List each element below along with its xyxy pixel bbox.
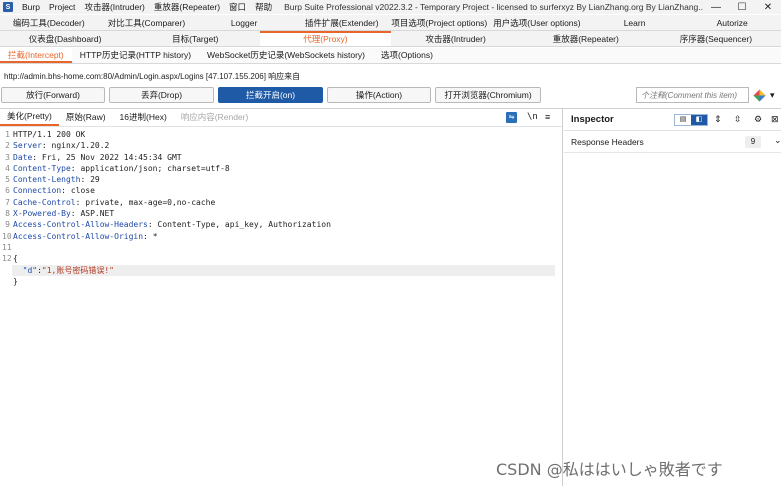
tab-sequencer[interactable]: 序序器(Sequencer) — [651, 31, 781, 46]
tab-intruder[interactable]: 攻击器(Intruder) — [391, 31, 521, 46]
list-layout-icon[interactable]: ▤ — [675, 115, 691, 125]
pretty-print-toggle-icon[interactable]: ⇋ — [506, 112, 517, 123]
subtab-options[interactable]: 选项(Options) — [373, 48, 441, 63]
comment-input[interactable] — [636, 87, 749, 103]
code-line: 3 Date: Fri, 25 Nov 2022 14:45:34 GMT — [5, 152, 182, 162]
chevron-down-icon[interactable]: ▾ — [770, 87, 775, 103]
code-line: 12{ — [2, 254, 18, 264]
tab-comparer[interactable]: 对比工具(Comparer) — [98, 15, 196, 30]
editor-tab-pretty[interactable]: 美化(Pretty) — [0, 109, 59, 126]
menu-window[interactable]: 窗口 — [229, 1, 246, 13]
newline-toggle-icon[interactable]: \n — [527, 112, 538, 122]
inspector-panel: Inspector ▤ ◧ ⇕ ⇳ ⚙ ⊠ Response Headers 9… — [564, 109, 781, 486]
code-line: 11 — [2, 242, 12, 252]
panel-layout-icon[interactable]: ◧ — [691, 115, 707, 125]
subtab-websockets-history[interactable]: WebSocket历史记录(WebSockets history) — [199, 48, 373, 63]
inspector-header: Inspector ▤ ◧ ⇕ ⇳ ⚙ ⊠ — [564, 109, 781, 131]
code-line: 10 Access-Control-Allow-Origin: * — [2, 231, 158, 241]
inspector-title: Inspector — [571, 114, 614, 125]
window-title: Burp Suite Professional v2022.3.2 - Temp… — [284, 2, 703, 12]
collapse-all-icon[interactable]: ⇳ — [734, 114, 742, 125]
tab-user-options[interactable]: 用户选项(User options) — [488, 15, 586, 30]
subtab-intercept[interactable]: 拦截(Intercept) — [0, 48, 72, 63]
main-tabs-row-1: 编码工具(Decoder) 对比工具(Comparer) Logger 插件扩展… — [0, 15, 781, 31]
tab-project-options[interactable]: 项目选项(Project options) — [391, 15, 489, 30]
tab-target[interactable]: 目标(Target) — [130, 31, 260, 46]
tab-dashboard[interactable]: 仪表盘(Dashboard) — [0, 31, 130, 46]
drop-button[interactable]: 丢弃(Drop) — [109, 87, 214, 103]
action-button[interactable]: 操作(Action) — [327, 87, 431, 103]
open-browser-button[interactable]: 打开浏览器(Chromium) — [435, 87, 541, 103]
minimize-button[interactable]: — — [703, 2, 729, 13]
response-editor: 美化(Pretty) 原始(Raw) 16进制(Hex) 响应内容(Render… — [0, 109, 563, 486]
gear-icon[interactable]: ⚙ — [754, 114, 762, 125]
menu-help[interactable]: 帮助 — [255, 1, 272, 13]
menu-repeater[interactable]: 重放器(Repeater) — [154, 1, 220, 13]
chevron-down-icon[interactable]: ⌄ — [774, 135, 781, 146]
main-tabs-row-2: 仪表盘(Dashboard) 目标(Target) 代理(Proxy) 攻击器(… — [0, 31, 781, 47]
tab-autorize[interactable]: Autorize — [683, 15, 781, 30]
editor-tab-hex[interactable]: 16进制(Hex) — [113, 109, 174, 126]
layout-toggle[interactable]: ▤ ◧ — [674, 114, 708, 126]
close-panel-icon[interactable]: ⊠ — [771, 114, 779, 125]
close-button[interactable]: ✕ — [755, 2, 781, 13]
proxy-subtabs: 拦截(Intercept) HTTP历史记录(HTTP history) Web… — [0, 48, 781, 64]
code-line: 2 Server: nginx/1.20.2 — [5, 141, 110, 151]
request-info: http://admin.bhs-home.com:80/Admin/Login… — [4, 72, 301, 81]
maximize-button[interactable]: ☐ — [729, 2, 755, 13]
section-label: Response Headers — [571, 136, 644, 147]
editor-tabs: 美化(Pretty) 原始(Raw) 16进制(Hex) 响应内容(Render… — [0, 109, 562, 127]
highlight-color-icon[interactable] — [753, 89, 766, 102]
count-badge: 9 — [745, 136, 761, 148]
menu-project[interactable]: Project — [49, 2, 75, 12]
menu-intruder[interactable]: 攻击器(Intruder) — [84, 1, 144, 13]
intercept-toolbar: 放行(Forward) 丢弃(Drop) 拦截开启(on) 操作(Action)… — [0, 87, 781, 105]
code-line: 4 Content-Type: application/json; charset… — [5, 163, 230, 173]
tab-decoder[interactable]: 编码工具(Decoder) — [0, 15, 98, 30]
tab-repeater[interactable]: 重放器(Repeater) — [521, 31, 651, 46]
code-line: 5 Content-Length: 29 — [5, 175, 100, 185]
watermark-text: CSDN @私ははいしゃ敗者です — [496, 460, 723, 479]
tab-proxy[interactable]: 代理(Proxy) — [260, 31, 391, 46]
code-line: 9 Access-Control-Allow-Headers: Content-T… — [5, 220, 331, 230]
editor-menu-icon[interactable]: ≡ — [545, 112, 550, 122]
forward-button[interactable]: 放行(Forward) — [1, 87, 105, 103]
expand-all-icon[interactable]: ⇕ — [714, 114, 722, 125]
code-line: 8 X-Powered-By: ASP.NET — [5, 209, 115, 219]
editor-tab-render[interactable]: 响应内容(Render) — [174, 109, 256, 126]
intercept-toggle-button[interactable]: 拦截开启(on) — [218, 87, 323, 103]
burp-logo-icon: S — [3, 2, 13, 12]
code-line-highlighted: "d":"1,账号密码错误!" — [12, 264, 555, 276]
response-body[interactable]: 1 HTTP/1.1 200 OK 2 Server: nginx/1.20.2 3… — [0, 127, 562, 287]
tab-learn[interactable]: Learn — [586, 15, 684, 30]
title-bar: S Burp Project 攻击器(Intruder) 重放器(Repeate… — [0, 0, 781, 14]
menu-burp[interactable]: Burp — [22, 2, 40, 12]
code-line: } — [13, 276, 18, 286]
editor-tab-raw[interactable]: 原始(Raw) — [59, 109, 113, 126]
subtab-http-history[interactable]: HTTP历史记录(HTTP history) — [72, 48, 199, 63]
tab-extender[interactable]: 插件扩展(Extender) — [293, 15, 391, 30]
code-line: 7 Cache-Control: private, max-age=0,no-ca… — [5, 197, 216, 207]
code-line: 1 HTTP/1.1 200 OK — [5, 130, 86, 139]
response-headers-section[interactable]: Response Headers 9 ⌄ — [564, 131, 781, 153]
tab-logger[interactable]: Logger — [195, 15, 293, 30]
code-line: 6 Connection: close — [5, 186, 95, 196]
